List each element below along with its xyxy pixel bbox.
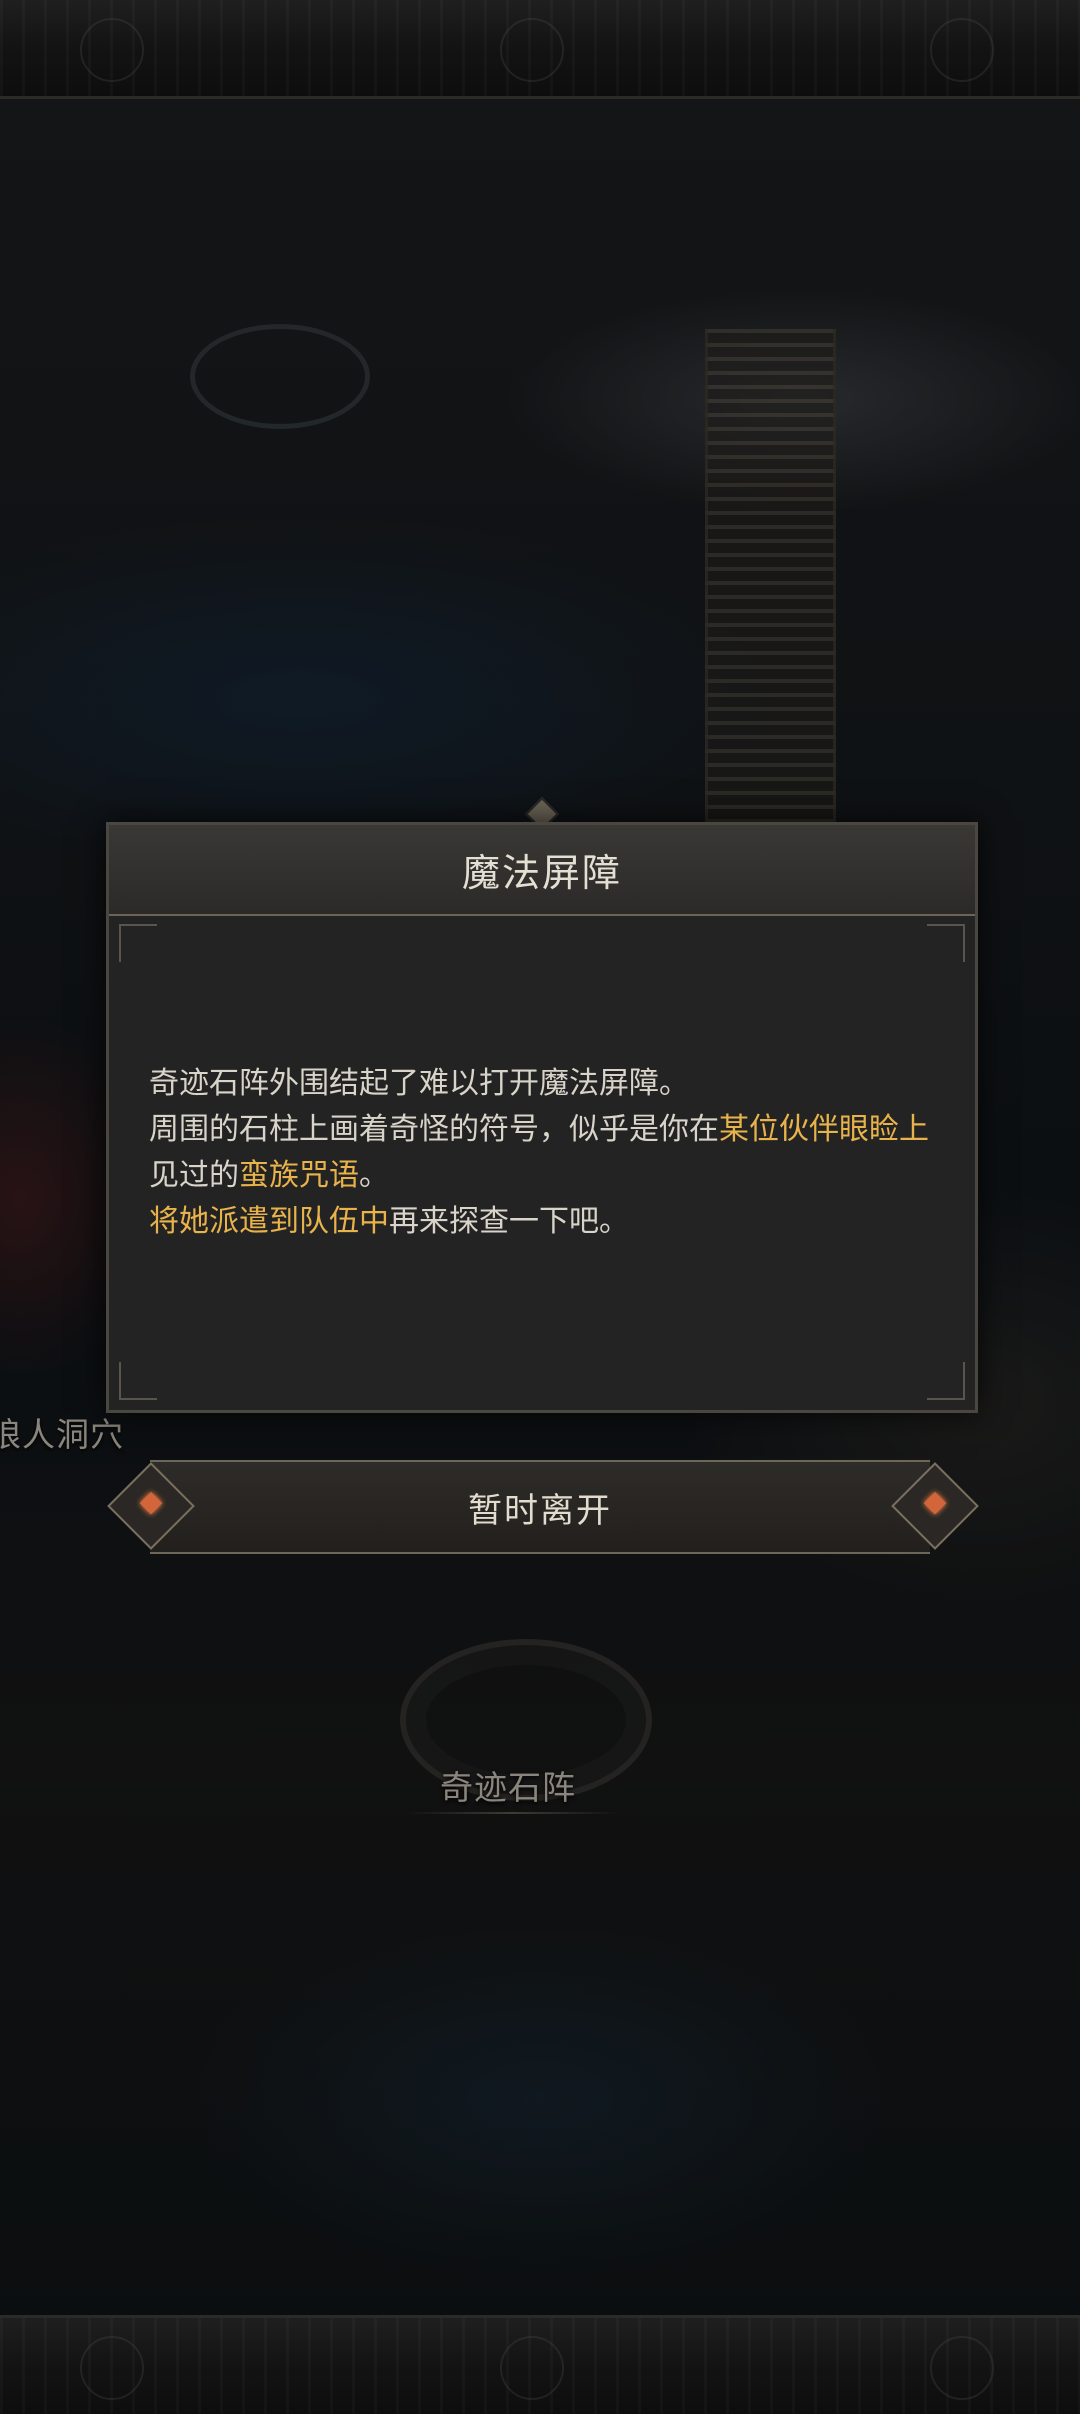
message-line-1: 奇迹石阵外围结起了难以打开魔法屏障。: [149, 1066, 689, 1101]
leave-for-now-button[interactable]: 暂时离开: [150, 1460, 930, 1554]
corner-ornament: [927, 924, 965, 962]
message-text: 。: [359, 1158, 389, 1193]
dialog-header: 魔法屏障: [109, 825, 975, 916]
dialog-message: 奇迹石阵外围结起了难以打开魔法屏障。 周围的石柱上画着奇怪的符号，似乎是你在某位…: [149, 1061, 935, 1245]
highlight-send-to-party: 将她派遣到队伍中: [149, 1204, 389, 1239]
message-text: 再来探查一下吧。: [389, 1204, 629, 1239]
message-text: 周围的石柱上画着奇怪的符号，似乎是你在: [149, 1112, 719, 1147]
highlight-companion-eyelid: 某位伙伴眼睑上: [719, 1112, 929, 1147]
corner-ornament: [927, 1362, 965, 1400]
ember-gem-icon: [139, 1491, 163, 1515]
message-line-3: 将她派遣到队伍中再来探查一下吧。: [149, 1199, 935, 1245]
corner-ornament: [119, 924, 157, 962]
message-text: 见过的: [149, 1158, 239, 1193]
ember-gem-icon: [923, 1491, 947, 1515]
message-line-2: 周围的石柱上画着奇怪的符号，似乎是你在某位伙伴眼睑上见过的蛮族咒语。: [149, 1107, 935, 1199]
corner-ornament: [119, 1362, 157, 1400]
highlight-barbarian-spell: 蛮族咒语: [239, 1158, 359, 1193]
dialog-title: 魔法屏障: [461, 851, 622, 895]
magic-barrier-dialog: 魔法屏障 奇迹石阵外围结起了难以打开魔法屏障。 周围的石柱上画着奇怪的符号，似乎…: [106, 822, 978, 1413]
